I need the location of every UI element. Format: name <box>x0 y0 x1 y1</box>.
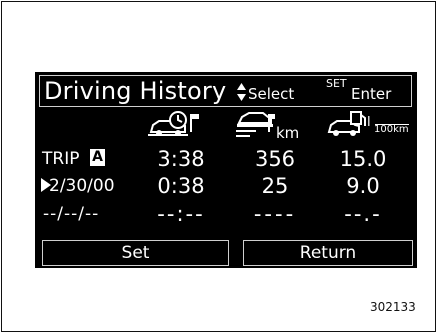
figure-number: 302133 <box>370 300 416 314</box>
history-distance: 25 <box>261 174 289 198</box>
set-key-label: SET <box>326 77 347 90</box>
page-title: Driving History <box>44 77 227 105</box>
car-fuel-icon <box>327 111 366 136</box>
car-clock-icon <box>148 111 199 136</box>
select-hint: Select <box>248 85 295 103</box>
trip-economy: 15.0 <box>339 147 387 171</box>
distance-unit: km <box>276 124 300 142</box>
economy-unit-bottom: 100km <box>374 124 409 135</box>
trip-badge: A <box>90 149 105 166</box>
empty-distance: ---- <box>253 202 297 226</box>
row-label-empty: --/--/-- <box>43 204 100 224</box>
figure-frame: Driving History Select SET Enter km l 10… <box>1 1 436 332</box>
up-down-arrow-icon <box>237 83 246 101</box>
car-road-icon <box>236 112 275 137</box>
set-button[interactable]: Set <box>42 240 229 266</box>
row-label-trip: TRIP <box>42 149 80 169</box>
history-economy: 9.0 <box>346 174 380 198</box>
header-bar: Driving History Select SET Enter <box>39 75 412 107</box>
history-time: 0:38 <box>157 174 205 198</box>
return-button[interactable]: Return <box>243 240 413 266</box>
trip-distance: 356 <box>254 147 296 171</box>
empty-economy: --.- <box>344 202 382 226</box>
economy-unit-top: l <box>367 115 371 130</box>
trip-time: 3:38 <box>157 147 205 171</box>
display-screen: Driving History Select SET Enter km l 10… <box>35 72 417 268</box>
row-label-date: 2/30/00 <box>49 176 115 196</box>
empty-time: --:-- <box>157 202 205 226</box>
enter-hint: Enter <box>351 85 392 103</box>
